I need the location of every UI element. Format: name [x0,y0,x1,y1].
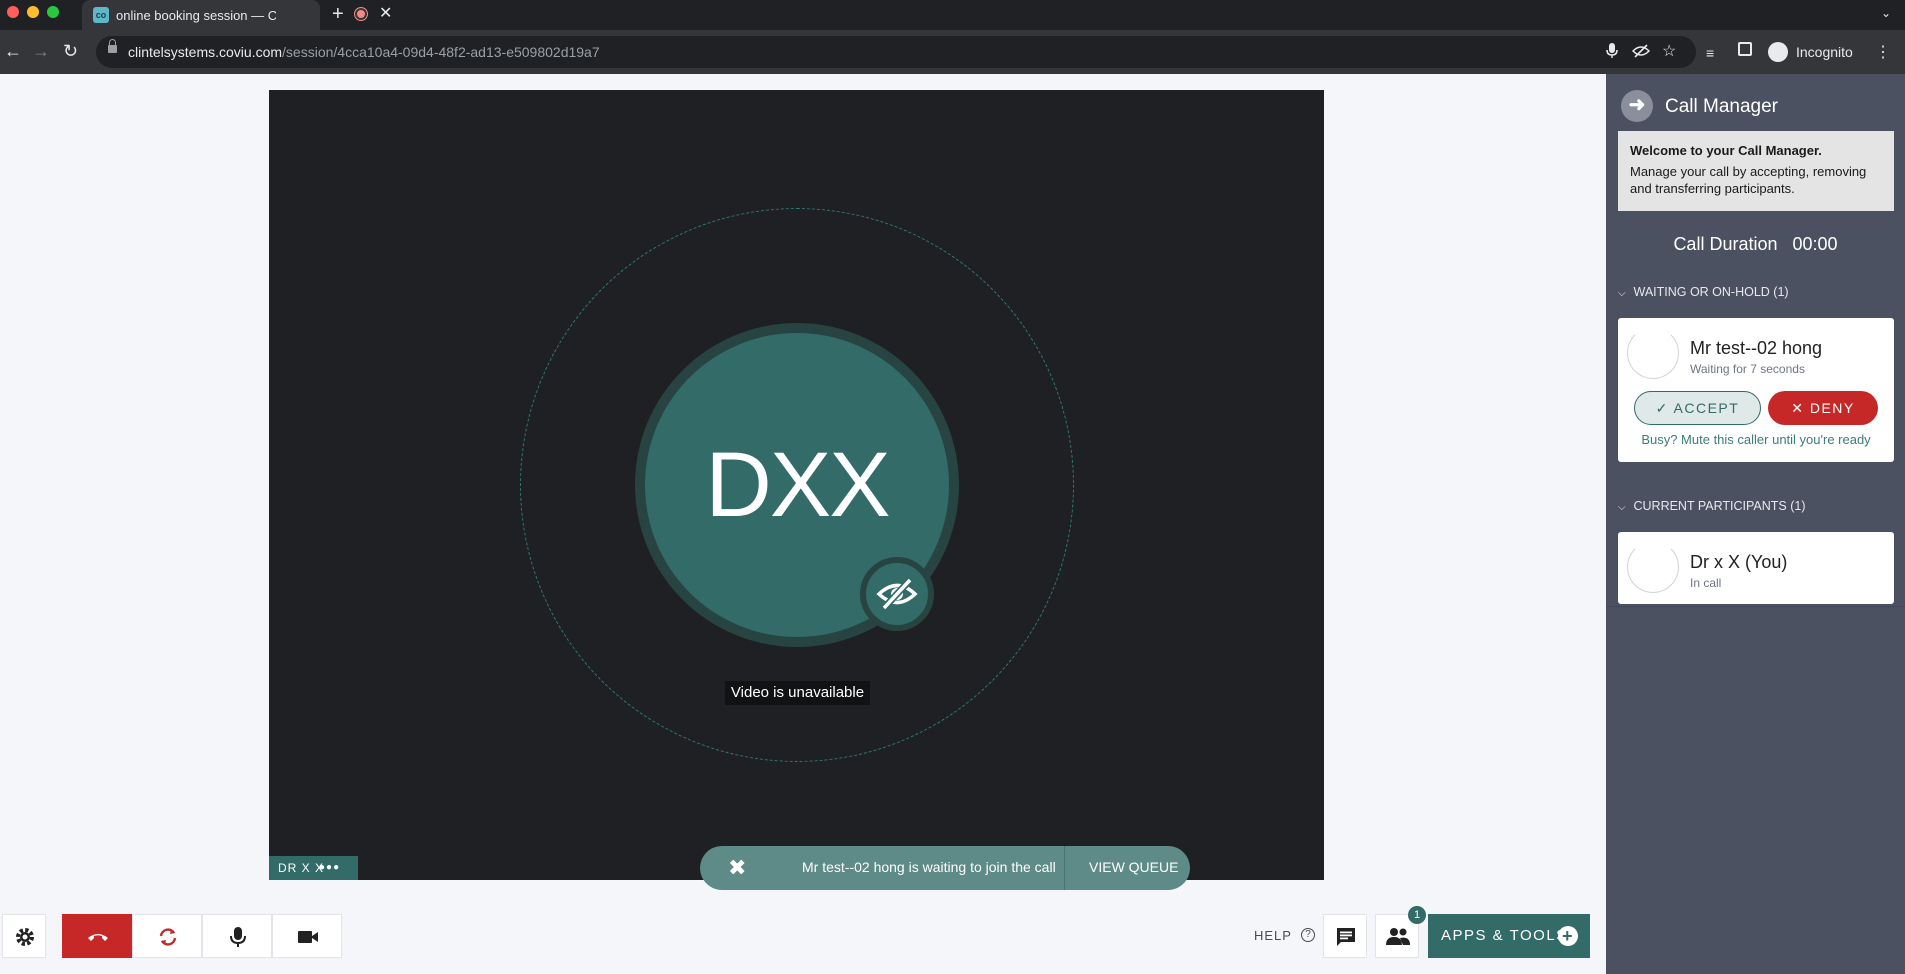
welcome-box: Welcome to your Call Manager. Manage you… [1618,131,1894,211]
call-manager-title: Call Manager [1665,96,1778,117]
back-button[interactable]: ← [4,40,22,62]
end-call-button[interactable] [62,914,132,958]
call-duration-value: 00:00 [1792,234,1838,254]
dismiss-notification-icon[interactable]: ✖ [728,856,746,880]
video-unavailable-label: Video is unavailable [725,681,870,705]
apps-and-tools-label: APPS & TOOLS [1441,927,1568,944]
call-controls-bar: HELP ? 1 APPS & TOOLS + [0,906,1606,974]
tab-favicon-icon: co [93,7,109,23]
accept-button[interactable]: ✓ ACCEPT [1634,391,1761,425]
reload-button[interactable]: ↻ [63,40,78,62]
recording-indicator-icon [355,8,367,20]
more-options-icon[interactable]: ●●● [319,856,340,880]
address-bar[interactable]: clintelsystems.coviu.com/session/4cca10a… [96,36,1696,68]
welcome-title: Welcome to your Call Manager. [1630,143,1822,158]
waiting-notification: ✖ Mr test--02 hong is waiting to join th… [700,846,1190,890]
notification-message: Mr test--02 hong is waiting to join the … [802,859,1056,875]
gear-icon [16,928,34,946]
avatar [1627,327,1679,379]
url-path: /session/4cca10a4-09d4-48f2-ad13-e509802… [282,44,600,60]
help-link[interactable]: HELP [1254,928,1292,943]
incognito-icon[interactable] [1768,42,1788,62]
waiting-participant-status: Waiting for 7 seconds [1690,362,1805,376]
camera-blocked-icon[interactable] [1631,43,1651,62]
call-manager-panel: ➜ Call Manager Welcome to your Call Mana… [1606,74,1905,974]
browser-tab[interactable]: co online booking session — C ✕ [82,0,392,30]
forward-button[interactable]: → [32,40,50,62]
microphone-button[interactable] [202,914,272,958]
help-question-icon[interactable]: ? [1301,928,1315,942]
plus-icon: + [1558,926,1578,946]
camera-button[interactable] [272,914,342,958]
mute-caller-link[interactable]: Busy? Mute this caller until you're read… [1618,432,1894,447]
current-participant-card: Dr x X (You) In call [1618,532,1894,604]
settings-button[interactable] [2,914,46,958]
incognito-label[interactable]: Incognito [1796,44,1853,60]
participants-section-header[interactable]: ⌵ CURRENT PARTICIPANTS (1) [1618,499,1806,513]
accept-label: ACCEPT [1673,400,1740,416]
avatar [1627,541,1679,593]
check-icon: ✓ [1655,400,1669,416]
waiting-section-title: WAITING OR ON-HOLD (1) [1633,285,1789,299]
call-duration-label: Call Duration [1673,234,1778,254]
hang-up-phone-icon [88,934,108,941]
eye-slash-icon [876,577,918,611]
deny-label: DENY [1809,400,1855,416]
switch-camera-button[interactable] [132,914,202,958]
browser-tab-bar: co online booking session — C ✕ + ⌄ [0,0,1905,30]
maximize-window-button[interactable] [47,6,59,18]
waiting-section-header[interactable]: ⌵ WAITING OR ON-HOLD (1) [1618,285,1789,299]
side-panel-icon[interactable] [1738,42,1752,56]
call-duration: Call Duration 00:00 [1606,234,1905,255]
bookmark-star-icon[interactable]: ☆ [1662,41,1676,61]
call-main-area: DXX Video is unavailable DR X X ●●● ✖ Mr… [0,74,1606,974]
self-name: DR X X [278,861,325,875]
self-view-label[interactable]: DR X X ●●● [269,856,358,880]
url-host: clintelsystems.coviu.com [128,44,283,60]
url-text[interactable]: clintelsystems.coviu.com/session/4cca10a… [128,44,600,60]
participant-name: Dr x X (You) [1690,552,1788,572]
view-queue-button[interactable]: VIEW QUEUE [1089,859,1178,875]
people-icon [1386,928,1410,945]
refresh-arrows-icon [159,928,177,946]
chevron-down-icon: ⌵ [1618,502,1626,513]
microphone-icon [230,927,246,947]
tab-title: online booking session — C [116,8,276,23]
media-controls-icon[interactable]: ≡ [1706,42,1714,64]
video-stage: DXX Video is unavailable DR X X ●●● [269,90,1324,880]
browser-menu-icon[interactable]: ⋮ [1875,42,1891,62]
tab-search-chevron-icon[interactable]: ⌄ [1881,6,1891,20]
video-off-badge [860,557,934,631]
collapse-panel-arrow-icon[interactable]: ➜ [1621,90,1653,122]
toast-divider [1064,846,1065,890]
browser-toolbar: ← → ↻ clintelsystems.coviu.com/session/4… [0,30,1905,74]
close-window-button[interactable] [7,6,19,18]
waiting-participant-card: Mr test--02 hong Waiting for 7 seconds ✓… [1618,318,1894,462]
tab-close-icon[interactable]: ✕ [379,5,392,23]
welcome-body: Manage your call by accepting, removing … [1630,164,1867,196]
participant-status: In call [1690,576,1722,590]
participants-count-badge: 1 [1408,906,1426,924]
apps-and-tools-button[interactable]: APPS & TOOLS + [1428,914,1590,958]
lock-icon [108,39,117,53]
chevron-down-icon: ⌵ [1618,288,1626,299]
panel-divider [1606,606,1905,607]
participants-section-title: CURRENT PARTICIPANTS (1) [1633,499,1806,513]
new-tab-button[interactable]: + [332,3,344,25]
chat-button[interactable] [1323,914,1367,958]
waiting-participant-name: Mr test--02 hong [1690,338,1823,358]
video-camera-icon [298,931,318,943]
close-icon: ✕ [1791,400,1805,416]
deny-button[interactable]: ✕ DENY [1768,391,1878,425]
microphone-in-use-icon[interactable] [1606,43,1618,62]
minimize-window-button[interactable] [27,6,39,18]
chat-bubble-icon [1337,928,1355,946]
